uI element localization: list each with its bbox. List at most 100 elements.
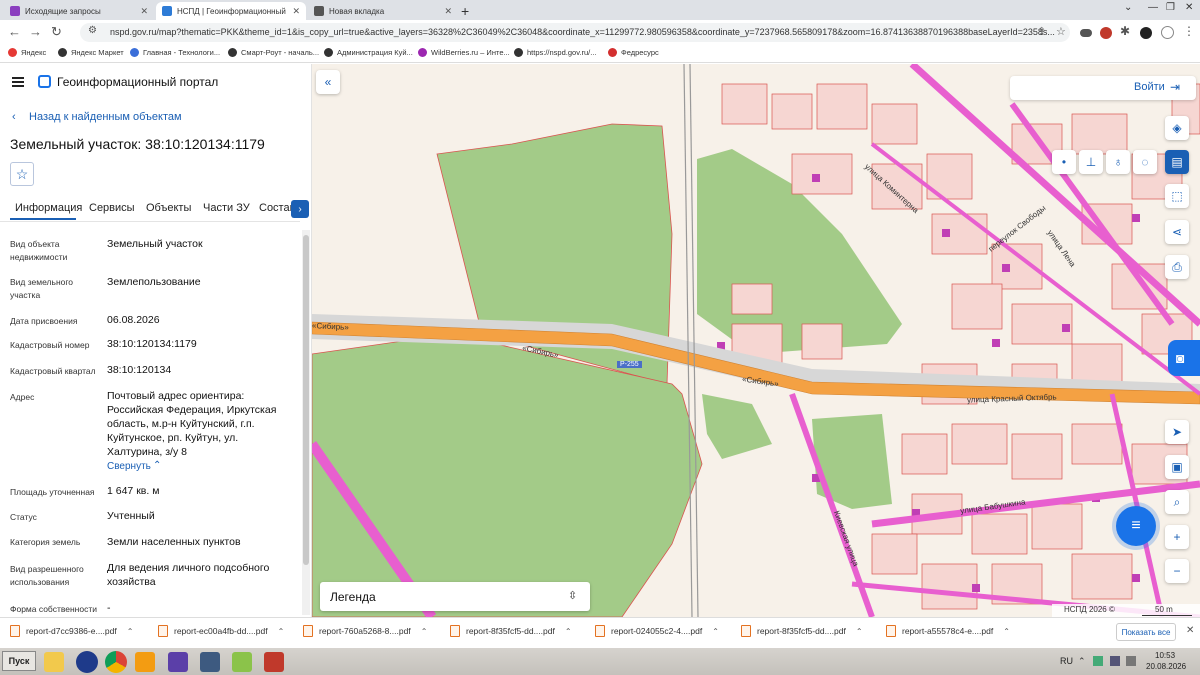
bookmark-item[interactable]: Яндекс [8,48,46,57]
collapse-link[interactable]: Свернуть [107,461,151,472]
zoom-in-button[interactable]: + [1165,525,1189,549]
chat-fab-button[interactable]: ≡ [1116,506,1156,546]
tabs-scroll-right-button[interactable]: › [291,200,309,218]
extensions-puzzle-icon[interactable]: ✱ [1120,24,1130,38]
tab-search-icon[interactable]: ⌄ [1124,2,1132,13]
measure-line-button[interactable]: ⊥ [1079,150,1103,174]
download-item[interactable]: report-d7cc9386-e....pdf ⌃ [10,625,133,637]
chrome-icon[interactable] [105,651,127,673]
bookmark-item[interactable]: Яндекс Маркет [58,48,124,57]
close-window-icon[interactable]: ✕ [1185,2,1193,13]
collapse-panel-button[interactable]: « [316,70,340,94]
menu-dots-icon[interactable]: ⋮ [1183,24,1195,38]
bookmark-item[interactable]: https://nspd.gov.ru/... [514,48,596,57]
portal-logo-icon [38,75,51,88]
tab-parts[interactable]: Части ЗУ [203,202,250,214]
start-button[interactable]: Пуск [2,651,36,671]
measure-circle-button[interactable]: ◌ [1133,150,1157,174]
close-icon[interactable]: ✕ [140,6,148,17]
login-link[interactable]: Войти [1134,81,1165,93]
field-value: Для ведения личного подсобного хозяйства [107,562,270,588]
extension-icon[interactable] [1080,29,1092,37]
yandex-browser-icon[interactable] [76,651,98,673]
login-icon[interactable]: ⇥ [1170,80,1180,94]
tab-objects[interactable]: Объекты [146,202,191,214]
app-icon[interactable] [264,652,284,672]
search-map-button[interactable]: ⌕ [1165,490,1189,514]
download-item[interactable]: report-ec00a4fb-dd....pdf ⌃ [158,625,284,637]
print-button[interactable]: ⎙ [1165,255,1189,279]
download-item[interactable]: report-a55578c4-e....pdf ⌃ [886,625,1010,637]
chevron-up-icon[interactable]: ⌃ [153,460,161,471]
panel-scrollbar-thumb[interactable] [303,235,309,565]
zoom-out-button[interactable]: − [1165,559,1189,583]
chevron-up-icon[interactable]: ⌃ [712,627,719,636]
chevron-up-icon[interactable]: ⌃ [127,627,134,636]
chevron-up-icon[interactable]: ⌃ [421,627,428,636]
close-icon[interactable]: ✕ [444,6,452,17]
select-area-button[interactable]: ⬚ [1165,184,1189,208]
download-item[interactable]: report-760a5268-8....pdf ⌃ [303,625,427,637]
share-icon[interactable]: ⇪ [1037,25,1046,38]
measure-area-button[interactable]: ♁ [1106,150,1130,174]
legend-dropdown[interactable]: Легенда ⇳ [320,582,590,611]
chevron-left-icon[interactable]: ‹ [12,111,16,123]
doc-icon [130,48,139,57]
download-item[interactable]: report-8f35fcf5-dd....pdf ⌃ [741,625,863,637]
download-item[interactable]: report-024055c2-4....pdf ⌃ [595,625,719,637]
browser-tab[interactable]: Новая вкладка ✕ [308,2,458,20]
extension-icon[interactable] [1100,27,1112,39]
bookmark-label: Яндекс [21,48,47,57]
site-info-icon[interactable]: ⚙ [88,25,97,36]
language-indicator[interactable]: RU [1060,656,1073,666]
maximize-icon[interactable]: ❐ [1166,2,1175,13]
address-bar[interactable]: nspd.gov.ru/map?thematic=PKK&theme_id=1&… [80,23,1070,42]
bookmark-item[interactable]: Главная - Технологи... [130,48,220,57]
chevron-up-icon[interactable]: ⌃ [565,627,572,636]
back-to-results-link[interactable]: Назад к найденным объектам [29,111,182,123]
close-icon[interactable]: ✕ [1186,625,1194,636]
basemap-button[interactable]: ▣ [1165,455,1189,479]
browser-tab-active[interactable]: НСПД | Геоинформационный портал ✕ [156,2,306,20]
tab-info[interactable]: Информация [15,202,82,214]
close-icon[interactable]: ✕ [292,6,300,17]
bookmark-item[interactable]: WildBerries.ru – Инте... [418,48,510,57]
hamburger-menu-icon[interactable] [12,77,24,87]
app-icon[interactable] [168,652,188,672]
bookmark-star-icon[interactable]: ☆ [1056,25,1066,38]
share-map-button[interactable]: ⋖ [1165,220,1189,244]
profile-avatar[interactable] [1140,27,1152,39]
folder-icon[interactable] [232,652,252,672]
geolocation-button[interactable]: ➤ [1165,420,1189,444]
download-item[interactable]: report-8f35fcf5-dd....pdf ⌃ [450,625,572,637]
bookmark-item[interactable]: Смарт-Роут - началь... [228,48,319,57]
app-icon[interactable] [200,652,220,672]
bookmark-item[interactable]: Федресурс [608,48,659,57]
tray-chevron-icon[interactable]: ⌃ [1078,656,1086,667]
tab-composition[interactable]: Состав [259,202,295,214]
tab-services[interactable]: Сервисы [89,202,135,214]
profile-icon[interactable] [1161,26,1174,39]
minimize-icon[interactable]: — [1148,2,1158,13]
measure-button[interactable]: ▤ [1165,150,1189,174]
chevron-up-icon[interactable]: ⌃ [278,627,285,636]
new-tab-button[interactable]: + [461,3,469,19]
forward-icon[interactable]: → [29,24,42,39]
network-icon[interactable] [1110,656,1120,666]
volume-icon[interactable] [1126,656,1136,666]
explorer-icon[interactable] [44,652,64,672]
show-all-downloads-button[interactable]: Показать все [1116,623,1176,641]
browser-tab[interactable]: Исходящие запросы ✕ [4,2,154,20]
tray-app-icon[interactable] [1093,656,1103,666]
chevron-up-icon[interactable]: ⌃ [1003,627,1010,636]
reload-icon[interactable]: ↻ [51,24,62,40]
media-player-icon[interactable] [135,652,155,672]
map-view[interactable]: «Сибирь» «Сибирь» «Сибирь» Р-255 улица К… [312,64,1200,617]
measure-point-button[interactable]: • [1052,150,1076,174]
layers-button[interactable]: ◈ [1165,116,1189,140]
chevron-up-icon[interactable]: ⌃ [856,627,863,636]
favorite-star-button[interactable]: ☆ [10,162,34,186]
bookmark-item[interactable]: Администрация Куй... [324,48,413,57]
back-icon[interactable]: ← [8,24,21,39]
pdf-file-icon [741,625,751,637]
